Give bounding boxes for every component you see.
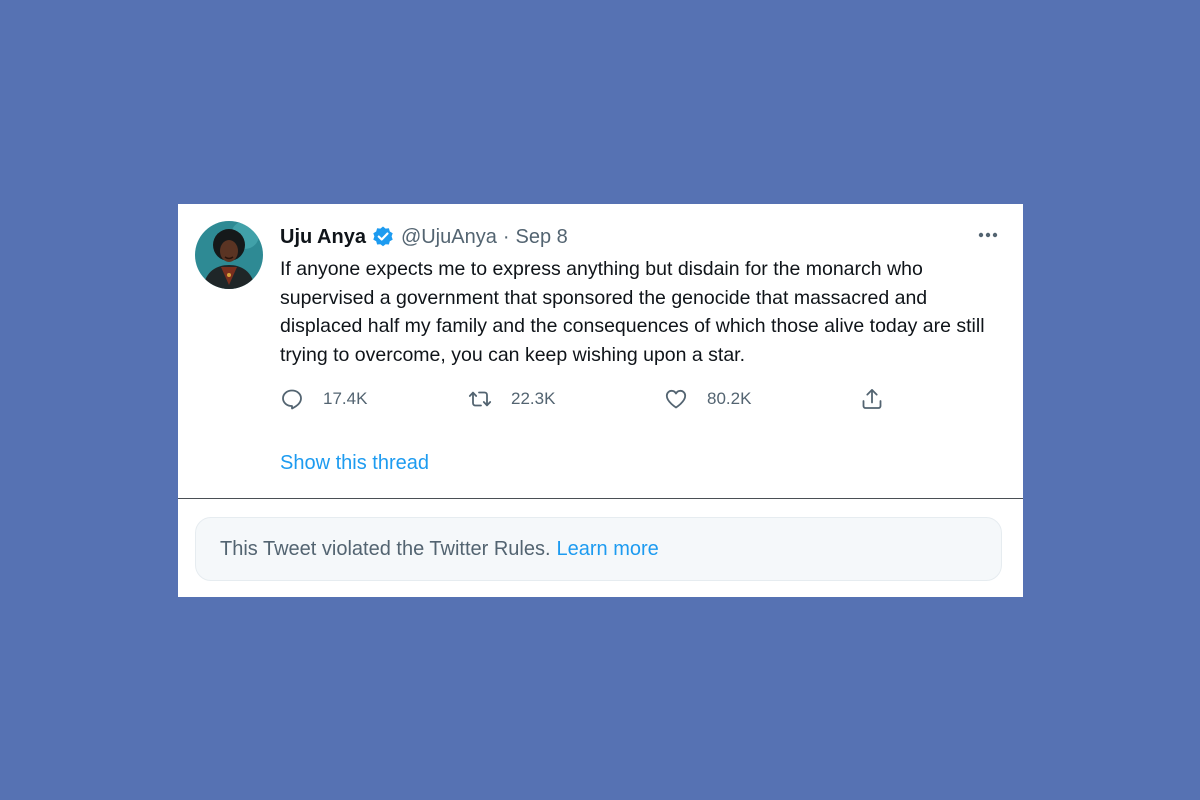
like-icon [665, 389, 687, 409]
tweet-actions: 17.4K 22.3K 80.2K [280, 384, 920, 414]
share-icon [862, 389, 882, 409]
share-button[interactable] [860, 384, 884, 414]
tweet-text: If anyone expects me to express anything… [280, 258, 985, 366]
retweet-icon [468, 391, 492, 407]
tweet: Uju Anya @UjuAnya · Sep 8 If anyone expe… [178, 204, 1023, 499]
header-separator: · [502, 225, 510, 248]
learn-more-link[interactable]: Learn more [557, 538, 659, 561]
avatar[interactable] [195, 221, 263, 289]
author-name[interactable]: Uju Anya [280, 226, 366, 249]
like-button[interactable]: 80.2K [664, 384, 751, 414]
more-icon[interactable] [975, 222, 1001, 248]
tweet-date[interactable]: Sep 8 [516, 226, 568, 249]
tweet-header: Uju Anya @UjuAnya · Sep 8 [280, 224, 568, 250]
author-handle[interactable]: @UjuAnya [401, 226, 497, 249]
retweet-count: 22.3K [511, 389, 556, 408]
retweet-button[interactable]: 22.3K [468, 384, 555, 414]
reply-icon [282, 389, 302, 410]
verified-badge-icon [371, 225, 395, 249]
show-thread-link[interactable]: Show this thread [280, 452, 429, 475]
like-count: 80.2K [707, 389, 752, 408]
tweet-card: Uju Anya @UjuAnya · Sep 8 If anyone expe… [178, 204, 1023, 597]
notice-text: This Tweet violated the Twitter Rules. [220, 537, 551, 560]
page-background: Uju Anya @UjuAnya · Sep 8 If anyone expe… [0, 0, 1200, 800]
rules-violation-notice: This Tweet violated the Twitter Rules. L… [195, 517, 1002, 581]
reply-button[interactable]: 17.4K [280, 384, 367, 414]
reply-count: 17.4K [323, 389, 368, 408]
